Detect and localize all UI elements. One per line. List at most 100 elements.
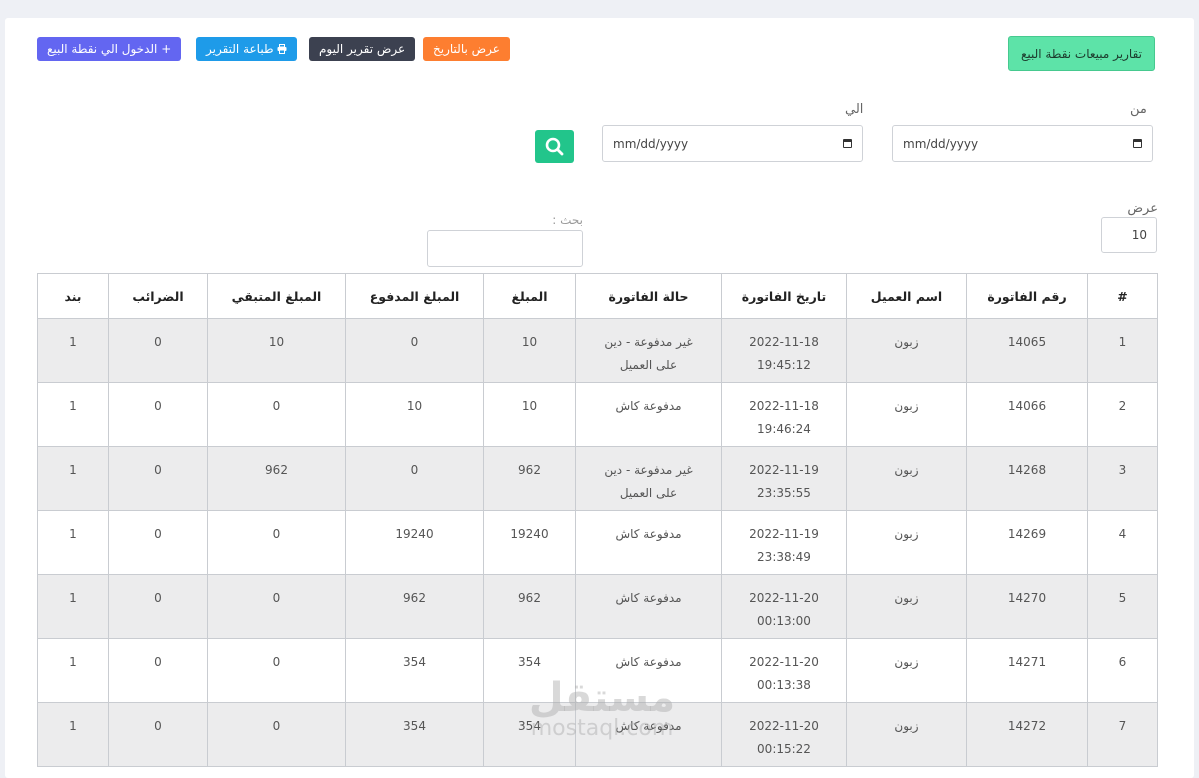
time-text: 23:35:55 [757, 486, 811, 500]
cell-invoice-number: 14066 [966, 382, 1088, 447]
cell-paid: 354 [345, 638, 484, 703]
table-row: 1 14065 زبون 2022-11-18 19:45:12 غير مدفو… [37, 318, 1158, 383]
cell-customer: زبون [846, 574, 967, 639]
cell-status: مدفوعة كاش [575, 638, 722, 703]
header-items[interactable]: بند [37, 273, 109, 319]
show-entries-select[interactable]: 10 [1101, 217, 1157, 253]
header-customer-name[interactable]: اسم العميل [846, 273, 967, 319]
from-date-input[interactable]: mm/dd/yyyy [892, 125, 1153, 162]
cell-tax: 0 [108, 702, 208, 767]
view-by-date-button[interactable]: عرض بالتاريخ [423, 37, 510, 61]
cell-tax: 0 [108, 446, 208, 511]
cell-status: غير مدفوعة - دين على العميل [575, 318, 722, 383]
cell-customer: زبون [846, 510, 967, 575]
time-text: 00:13:38 [757, 678, 811, 692]
cell-invoice-number: 14271 [966, 638, 1088, 703]
cell-paid: 10 [345, 382, 484, 447]
printer-icon [274, 42, 288, 56]
cell-tax: 0 [108, 638, 208, 703]
date-text: 2022-11-19 [749, 463, 819, 477]
table-row: 3 14268 زبون 2022-11-19 23:35:55 غير مدفو… [37, 446, 1158, 511]
cell-amount: 962 [483, 574, 576, 639]
table-search-input[interactable] [427, 230, 583, 267]
cell-remaining: 962 [207, 446, 346, 511]
cell-invoice-number: 14269 [966, 510, 1088, 575]
date-text: 2022-11-20 [749, 655, 819, 669]
cell-customer: زبون [846, 382, 967, 447]
search-label: بحث : [552, 213, 583, 227]
cell-paid: 962 [345, 574, 484, 639]
from-date-placeholder: mm/dd/yyyy [903, 136, 979, 151]
header-number[interactable]: # [1087, 273, 1158, 319]
cell-invoice-number: 14270 [966, 574, 1088, 639]
cell-items: 1 [37, 638, 109, 703]
header-remaining-amount[interactable]: المبلغ المتبقي [207, 273, 346, 319]
cell-date: 2022-11-19 23:35:55 [721, 446, 847, 511]
print-report-button[interactable]: طباعة التقرير [196, 37, 298, 61]
cell-date: 2022-11-18 19:45:12 [721, 318, 847, 383]
cell-paid: 0 [345, 446, 484, 511]
date-text: 2022-11-20 [749, 591, 819, 605]
cell-amount: 354 [483, 702, 576, 767]
cell-number: 4 [1087, 510, 1158, 575]
date-text: 2022-11-19 [749, 527, 819, 541]
time-text: 19:46:24 [757, 422, 811, 436]
cell-status: مدفوعة كاش [575, 510, 722, 575]
plus-icon: + [161, 42, 172, 56]
header-invoice-date[interactable]: تاريخ الفاتورة [721, 273, 847, 319]
cell-items: 1 [37, 574, 109, 639]
cell-amount: 10 [483, 318, 576, 383]
cell-status: مدفوعة كاش [575, 702, 722, 767]
search-icon [545, 137, 564, 156]
cell-date: 2022-11-20 00:13:38 [721, 638, 847, 703]
time-text: 00:13:00 [757, 614, 811, 628]
cell-paid: 0 [345, 318, 484, 383]
cell-items: 1 [37, 382, 109, 447]
cell-items: 1 [37, 318, 109, 383]
time-text: 00:15:22 [757, 742, 811, 756]
cell-remaining: 0 [207, 638, 346, 703]
today-report-button[interactable]: عرض تقرير اليوم [309, 37, 416, 61]
table-row: 2 14066 زبون 2022-11-18 19:46:24 مدفوعة ك… [37, 382, 1158, 447]
header-taxes[interactable]: الضرائب [108, 273, 208, 319]
to-date-input[interactable]: mm/dd/yyyy [602, 125, 863, 162]
table-row: 7 14272 زبون 2022-11-20 00:15:22 مدفوعة ك… [37, 702, 1158, 767]
to-date-placeholder: mm/dd/yyyy [613, 136, 689, 151]
calendar-icon[interactable] [1133, 139, 1142, 148]
header-invoice-number[interactable]: رقم الفاتورة [966, 273, 1088, 319]
table-header-row: # رقم الفاتورة اسم العميل تاريخ الفاتورة… [37, 273, 1158, 319]
cell-paid: 354 [345, 702, 484, 767]
date-text: 2022-11-18 [749, 335, 819, 349]
enter-pos-label: الدخول الي نقطة البيع [47, 42, 158, 56]
header-amount[interactable]: المبلغ [483, 273, 576, 319]
cell-amount: 10 [483, 382, 576, 447]
cell-customer: زبون [846, 318, 967, 383]
cell-remaining: 0 [207, 574, 346, 639]
cell-invoice-number: 14272 [966, 702, 1088, 767]
header-invoice-status[interactable]: حالة الفاتورة [575, 273, 722, 319]
cell-number: 6 [1087, 638, 1158, 703]
enter-pos-button[interactable]: + الدخول الي نقطة البيع [37, 37, 182, 61]
cell-number: 3 [1087, 446, 1158, 511]
cell-invoice-number: 14065 [966, 318, 1088, 383]
cell-remaining: 0 [207, 382, 346, 447]
cell-date: 2022-11-18 19:46:24 [721, 382, 847, 447]
cell-amount: 354 [483, 638, 576, 703]
cell-status: مدفوعة كاش [575, 382, 722, 447]
invoices-table: # رقم الفاتورة اسم العميل تاريخ الفاتورة… [37, 273, 1158, 767]
search-button[interactable] [535, 130, 574, 163]
table-row: 5 14270 زبون 2022-11-20 00:13:00 مدفوعة ك… [37, 574, 1158, 639]
cell-tax: 0 [108, 318, 208, 383]
cell-tax: 0 [108, 382, 208, 447]
cell-remaining: 10 [207, 318, 346, 383]
table-row: 6 14271 زبون 2022-11-20 00:13:38 مدفوعة ك… [37, 638, 1158, 703]
cell-tax: 0 [108, 510, 208, 575]
pos-sales-reports-button[interactable]: تقارير مبيعات نقطة البيع [1008, 36, 1155, 71]
date-text: 2022-11-18 [749, 399, 819, 413]
header-paid-amount[interactable]: المبلغ المدفوع [345, 273, 484, 319]
cell-paid: 19240 [345, 510, 484, 575]
cell-invoice-number: 14268 [966, 446, 1088, 511]
cell-customer: زبون [846, 638, 967, 703]
calendar-icon[interactable] [843, 139, 852, 148]
cell-tax: 0 [108, 574, 208, 639]
